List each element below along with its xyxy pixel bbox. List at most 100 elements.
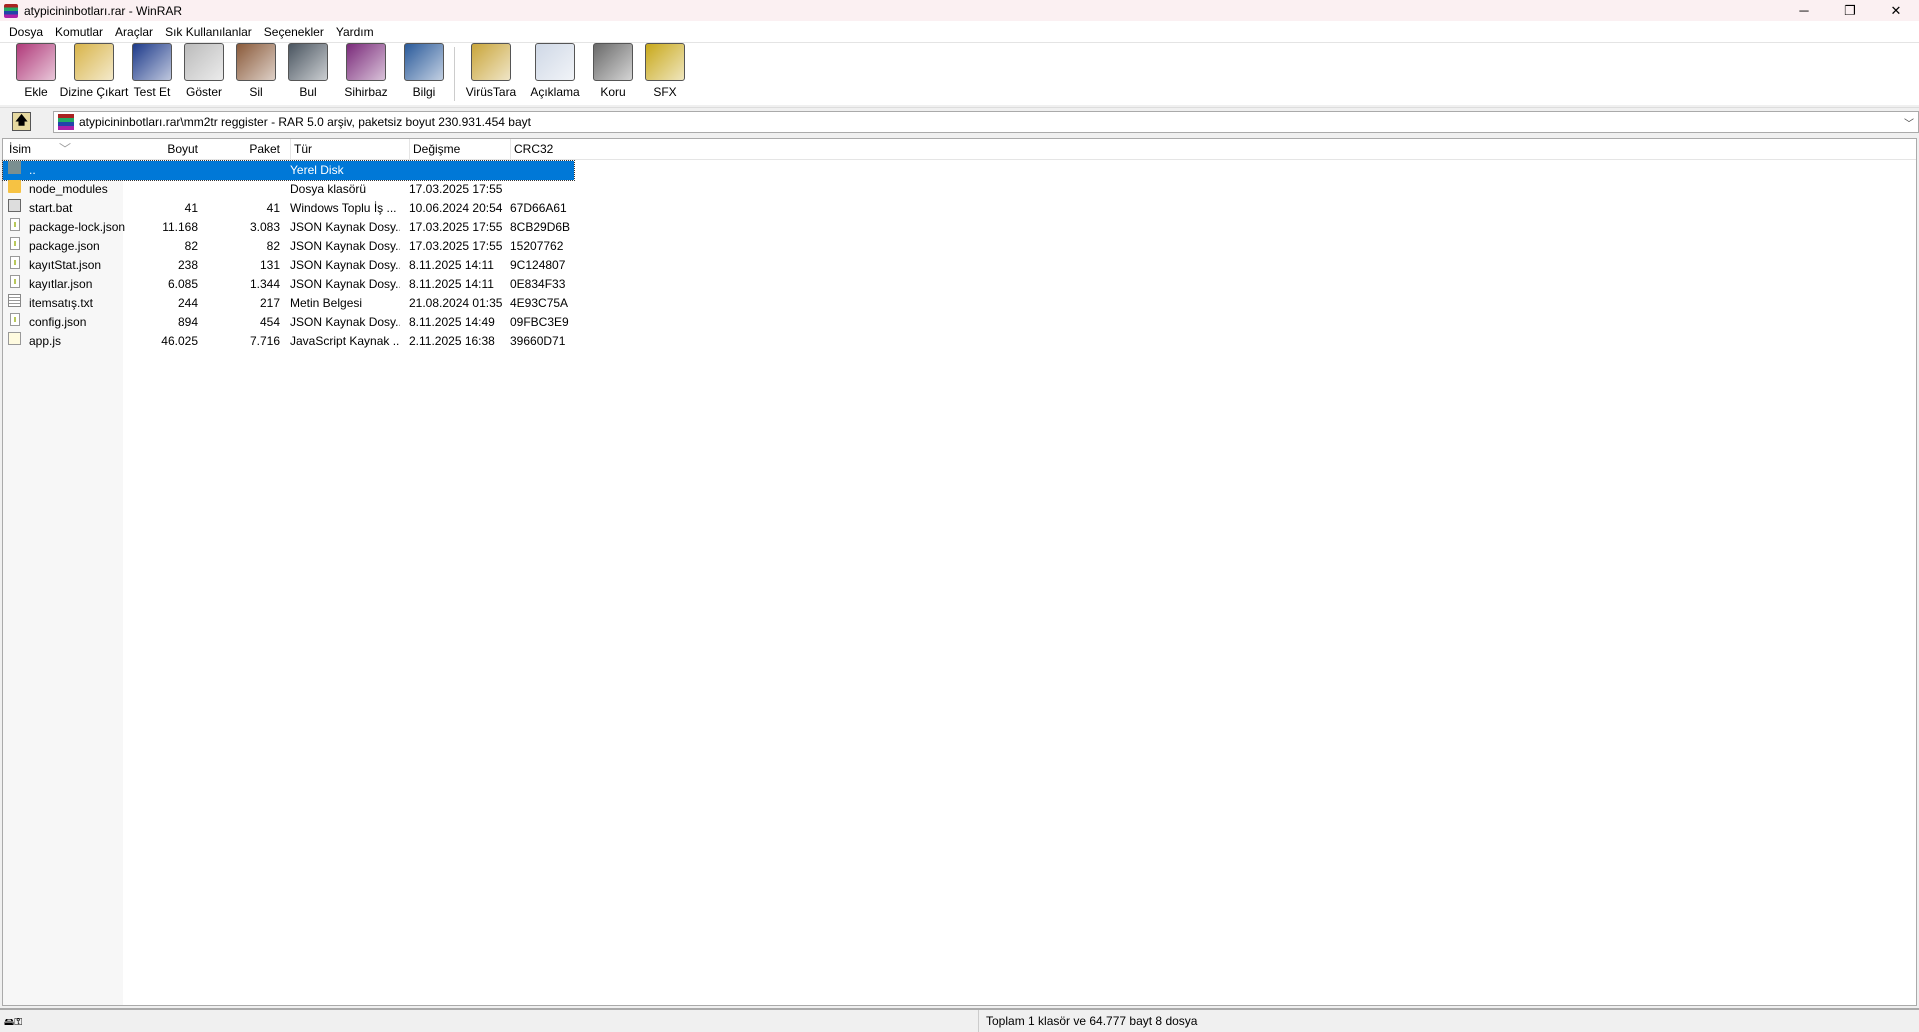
- toolbar-button-9[interactable]: Açıklama: [523, 43, 587, 105]
- cell-name: package.json: [29, 239, 100, 253]
- toolbar-button-11[interactable]: SFX: [639, 43, 691, 105]
- cell-size: 82: [184, 239, 198, 253]
- column-modified[interactable]: Değişme: [409, 139, 509, 160]
- toolbar-button-7[interactable]: Bilgi: [398, 43, 450, 105]
- menu-0[interactable]: Dosya: [3, 25, 49, 39]
- cell-crc: 9C124807: [510, 258, 566, 272]
- menu-4[interactable]: Seçenekler: [258, 25, 330, 39]
- toolbar-label: Açıklama: [530, 85, 580, 99]
- file-list[interactable]: İsim ﹀ Boyut Paket Tür Değişme CRC32 .. Y…: [2, 138, 1917, 1006]
- menu-5[interactable]: Yardım: [330, 25, 380, 39]
- cell-modified: 10.06.2024 20:54: [409, 201, 503, 215]
- cell-crc: 09FBC3E9: [510, 315, 569, 329]
- minimize-button[interactable]: ─: [1781, 0, 1827, 21]
- cell-crc: 8CB29D6B: [510, 220, 571, 234]
- column-size[interactable]: Boyut: [125, 139, 198, 160]
- toolbar-button-8[interactable]: VirüsTara: [459, 43, 523, 105]
- menu-3[interactable]: Sık Kullanılanlar: [159, 25, 258, 39]
- path-text: atypicininbotları.rar\mm2tr reggister - …: [79, 115, 531, 129]
- file-row[interactable]: app.js 46.025 7.716 JavaScript Kaynak ... 2.…: [3, 332, 1916, 351]
- cell-name: app.js: [29, 334, 62, 348]
- file-row[interactable]: node_modules Dosya klasörü 17.03.2025 17:5…: [3, 180, 1916, 199]
- up-folder-button[interactable]: 🡅: [12, 112, 31, 131]
- toolbar-button-2[interactable]: Test Et: [126, 43, 178, 105]
- file-row[interactable]: package.json 82 82 JSON Kaynak Dosy... 17.03…: [3, 237, 1916, 256]
- cell-packed: 82: [266, 239, 280, 253]
- cell-size: 41: [184, 201, 198, 215]
- wizard-icon: [346, 43, 386, 81]
- extract-icon: [74, 43, 114, 81]
- toolbar-label: Göster: [185, 85, 222, 99]
- cell-crc: 0E834F33: [510, 277, 566, 291]
- delete-icon: [236, 43, 276, 81]
- toolbar: Ekle Dizine Çıkart Test Et Göster Sil Bul Sihi…: [0, 42, 1919, 105]
- cell-packed: 131: [259, 258, 280, 272]
- cell-modified: 8.11.2025 14:49: [409, 315, 495, 329]
- cell-name: package-lock.json: [29, 220, 126, 234]
- toolbar-label: Ekle: [24, 85, 48, 99]
- cell-type: JSON Kaynak Dosy...: [290, 277, 400, 291]
- close-button[interactable]: ✕: [1873, 0, 1919, 21]
- cell-size: 894: [177, 315, 198, 329]
- chevron-down-icon[interactable]: ﹀: [1904, 115, 1914, 130]
- column-type[interactable]: Tür: [290, 139, 400, 160]
- cell-modified: 8.11.2025 14:11: [409, 258, 494, 272]
- cell-type: Yerel Disk: [290, 163, 344, 177]
- path-combobox[interactable]: atypicininbotları.rar\mm2tr reggister - …: [53, 111, 1919, 133]
- status-text: Toplam 1 klasör ve 64.777 bayt 8 dosya: [978, 1010, 1197, 1032]
- winrar-app-icon: [4, 3, 18, 18]
- cell-modified: 17.03.2025 17:55: [409, 220, 503, 234]
- toolbar-label: Test Et: [133, 85, 171, 99]
- menu-1[interactable]: Komutlar: [49, 25, 109, 39]
- column-crc32[interactable]: CRC32: [510, 139, 574, 160]
- cell-size: 46.025: [161, 334, 198, 348]
- toolbar-button-10[interactable]: Koru: [587, 43, 639, 105]
- toolbar-button-4[interactable]: Sil: [230, 43, 282, 105]
- sfx-icon: [645, 43, 685, 81]
- file-row[interactable]: kayıtStat.json 238 131 JSON Kaynak Dosy... 8…: [3, 256, 1916, 275]
- drive-key-icons[interactable]: 🖴⚿: [4, 1015, 34, 1028]
- cell-packed: 3.083: [249, 220, 280, 234]
- toolbar-button-3[interactable]: Göster: [178, 43, 230, 105]
- file-row[interactable]: .. Yerel Disk: [2, 160, 575, 181]
- status-bar: 🖴⚿ Toplam 1 klasör ve 64.777 bayt 8 dosy…: [0, 1008, 1919, 1032]
- view-icon: [184, 43, 224, 81]
- address-bar: 🡅 atypicininbotları.rar\mm2tr reggister …: [0, 107, 1919, 135]
- toolbar-button-0[interactable]: Ekle: [10, 43, 62, 105]
- cell-type: JavaScript Kaynak ...: [290, 334, 400, 348]
- cell-packed: 217: [259, 296, 280, 310]
- cell-packed: 7.716: [249, 334, 280, 348]
- virus-scan-icon: [471, 43, 511, 81]
- cell-size: 11.168: [162, 220, 198, 234]
- cell-name: start.bat: [29, 201, 73, 215]
- file-row[interactable]: itemsatış.txt 244 217 Metin Belgesi 21.08.20…: [3, 294, 1916, 313]
- file-row[interactable]: start.bat 41 41 Windows Toplu İş ... 10.06.2…: [3, 199, 1916, 218]
- column-packed[interactable]: Paket: [200, 139, 280, 160]
- cell-name: node_modules: [29, 182, 108, 196]
- cell-size: 244: [177, 296, 198, 310]
- cell-crc: 39660D71: [510, 334, 566, 348]
- cell-size: 6.085: [167, 277, 198, 291]
- cell-packed: 1.344: [249, 277, 280, 291]
- cell-size: 238: [177, 258, 198, 272]
- menu-2[interactable]: Araçlar: [109, 25, 159, 39]
- toolbar-button-5[interactable]: Bul: [282, 43, 334, 105]
- cell-crc: 15207762: [510, 239, 564, 253]
- cell-type: JSON Kaynak Dosy...: [290, 315, 400, 329]
- file-row[interactable]: kayıtlar.json 6.085 1.344 JSON Kaynak Dosy.…: [3, 275, 1916, 294]
- file-row[interactable]: config.json 894 454 JSON Kaynak Dosy... 8.11…: [3, 313, 1916, 332]
- cell-modified: 8.11.2025 14:11: [409, 277, 494, 291]
- toolbar-button-1[interactable]: Dizine Çıkart: [60, 43, 128, 105]
- maximize-button[interactable]: ❐: [1827, 0, 1873, 21]
- toolbar-button-6[interactable]: Sihirbaz: [334, 43, 398, 105]
- window-title: atypicininbotları.rar - WinRAR: [24, 3, 183, 18]
- cell-type: Dosya klasörü: [290, 182, 367, 196]
- cell-name: config.json: [29, 315, 87, 329]
- file-row[interactable]: package-lock.json 11.168 3.083 JSON Kaynak …: [3, 218, 1916, 237]
- protect-icon: [593, 43, 633, 81]
- cell-name: itemsatış.txt: [29, 296, 94, 310]
- cell-modified: 17.03.2025 17:55: [409, 182, 503, 196]
- cell-crc: 4E93C75A: [510, 296, 569, 310]
- cell-name: kayıtlar.json: [29, 277, 93, 291]
- sort-indicator-icon: ﹀: [59, 142, 72, 156]
